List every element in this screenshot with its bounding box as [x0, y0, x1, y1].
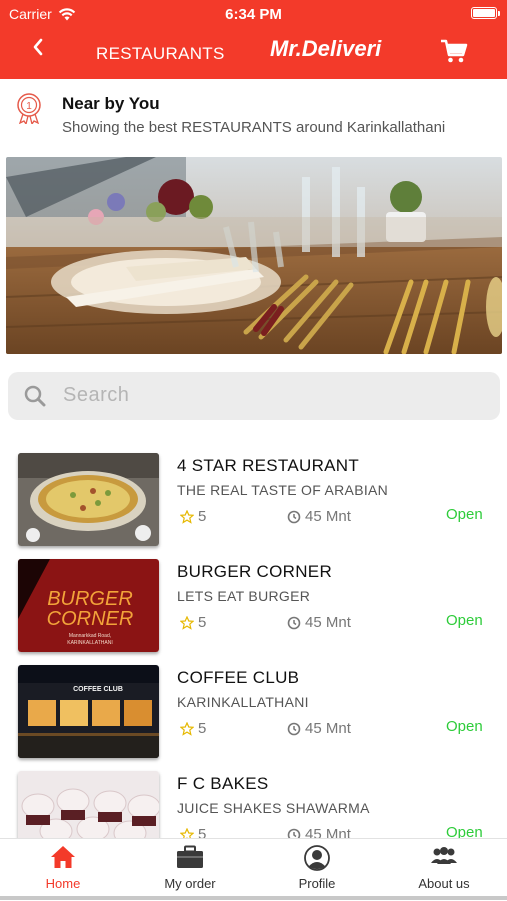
restaurant-thumbnail — [18, 453, 159, 546]
battery-tip — [498, 11, 500, 16]
thumb-burger-text: BURGER — [47, 588, 133, 610]
search-icon — [24, 385, 46, 407]
rating-value: 5 — [198, 720, 207, 737]
star-icon — [180, 721, 194, 736]
rating-value: 5 — [198, 614, 207, 631]
group-icon — [431, 847, 457, 864]
brand-logo: Mr.Deliveri — [270, 36, 382, 61]
status-bar: Carrier 6:34 PM — [0, 0, 507, 26]
burger-corner-sign: BURGER CORNER Mannarkkad Road, KARINKALL… — [18, 559, 159, 652]
time-value: 45 Mnt — [305, 720, 351, 737]
clock-icon — [287, 510, 301, 523]
home-icon — [51, 846, 75, 868]
award-badge-icon: 1 — [17, 93, 41, 124]
restaurant-rating: 5 — [180, 614, 206, 631]
tab-label: Profile — [298, 876, 336, 891]
home-indicator — [0, 896, 507, 900]
thumb-address-1: Mannarkkad Road, — [69, 633, 111, 639]
open-status: Open — [446, 612, 483, 629]
restaurant-name: 4 STAR RESTAURANT — [177, 456, 360, 475]
tab-label: Home — [45, 876, 81, 891]
star-icon — [180, 509, 194, 524]
restaurant-tagline: JUICE SHAKES SHAWARMA — [177, 800, 370, 816]
app-header: Carrier 6:34 PM RESTAURANTS Mr.Deliveri — [0, 0, 507, 79]
thumb-address-2: KARINKALLATHANI — [67, 640, 112, 646]
pizza-photo — [18, 453, 159, 546]
tab-profile[interactable]: Profile — [254, 839, 380, 901]
restaurant-rating: 5 — [180, 508, 206, 525]
back-button[interactable] — [28, 36, 48, 62]
tab-label: About us — [418, 876, 470, 891]
table-setting-illustration — [6, 157, 502, 354]
briefcase-icon — [177, 845, 203, 868]
restaurant-name: F C BAKES — [177, 774, 269, 793]
page-title: RESTAURANTS — [96, 44, 225, 63]
svg-text:1: 1 — [26, 101, 32, 112]
restaurant-item-burger-corner[interactable]: BURGER CORNER Mannarkkad Road, KARINKALL… — [0, 553, 507, 659]
nearby-title: Near by You — [62, 94, 160, 113]
status-time: 6:34 PM — [225, 6, 282, 23]
restaurant-item-4-star[interactable]: 4 STAR RESTAURANT THE REAL TASTE OF ARAB… — [0, 447, 507, 553]
coffee-club-night-photo: COFFEE CLUB — [18, 665, 159, 758]
restaurant-name: COFFEE CLUB — [177, 668, 300, 687]
search-input[interactable]: Search — [63, 384, 129, 407]
nearby-subtitle: Showing the best RESTAURANTS around Kari… — [62, 119, 446, 136]
restaurant-item-coffee-club[interactable]: COFFEE CLUB COFFEE CLUB KARINKALLATHANI … — [0, 659, 507, 765]
clock-icon — [287, 616, 301, 629]
restaurant-tagline: THE REAL TASTE OF ARABIAN — [177, 482, 389, 498]
nav-bar: RESTAURANTS Mr.Deliveri — [0, 26, 507, 79]
restaurant-name: BURGER CORNER — [177, 562, 333, 581]
battery-icon — [471, 7, 497, 19]
tab-my-order[interactable]: My order — [127, 839, 253, 901]
nearby-section — [0, 79, 507, 154]
profile-icon — [304, 845, 330, 871]
bottom-tab-bar: Home My order Profile About us — [0, 838, 507, 901]
delivery-time: 45 Mnt — [287, 614, 351, 631]
open-status: Open — [446, 718, 483, 735]
tab-about-us[interactable]: About us — [381, 839, 507, 901]
restaurant-thumbnail: BURGER CORNER Mannarkkad Road, KARINKALL… — [18, 559, 159, 652]
cart-icon — [441, 39, 468, 63]
clock-icon — [287, 722, 301, 735]
restaurant-rating: 5 — [180, 720, 206, 737]
open-status: Open — [446, 506, 483, 523]
tab-label: My order — [164, 876, 216, 891]
restaurant-thumbnail: COFFEE CLUB — [18, 665, 159, 758]
time-value: 45 Mnt — [305, 614, 351, 631]
tab-home[interactable]: Home — [0, 839, 126, 901]
thumb-coffee-text: COFFEE CLUB — [73, 686, 123, 693]
search-bar[interactable]: Search — [8, 372, 500, 420]
restaurant-tagline: KARINKALLATHANI — [177, 694, 309, 710]
cart-button[interactable] — [440, 38, 470, 64]
delivery-time: 45 Mnt — [287, 720, 351, 737]
delivery-time: 45 Mnt — [287, 508, 351, 525]
time-value: 45 Mnt — [305, 508, 351, 525]
rating-value: 5 — [198, 508, 207, 525]
promo-banner-image[interactable] — [6, 157, 502, 354]
restaurant-tagline: LETS EAT BURGER — [177, 588, 311, 604]
svg-text:CORNER: CORNER — [47, 608, 134, 630]
star-icon — [180, 615, 194, 630]
chevron-left-icon — [33, 38, 43, 56]
